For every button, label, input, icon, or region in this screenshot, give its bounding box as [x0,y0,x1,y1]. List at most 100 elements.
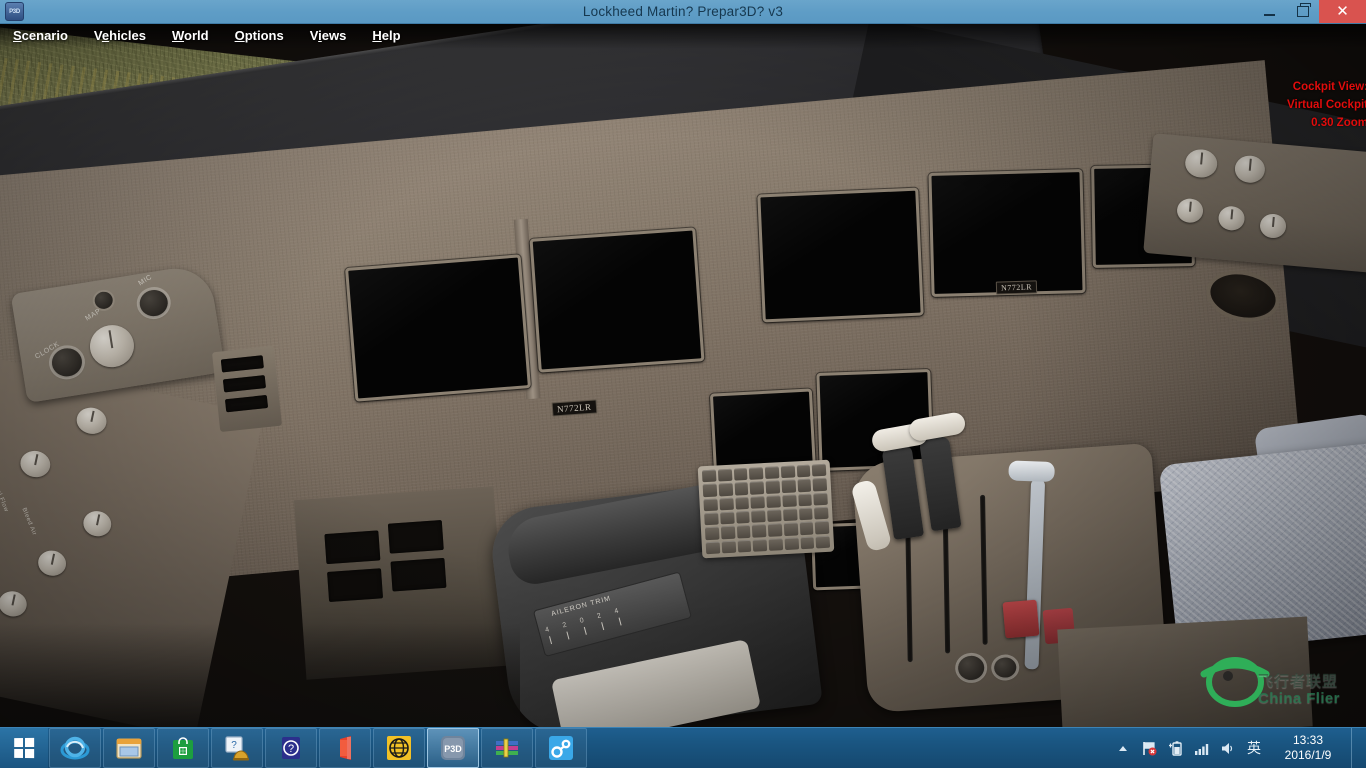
rpanel-knob-4[interactable] [1218,205,1246,231]
fire-handle-1[interactable] [1002,600,1039,639]
sidewall-knob-2[interactable] [18,448,53,480]
taskbar-internet-explorer[interactable] [49,728,101,768]
cdu-key[interactable] [781,465,795,478]
tray-overflow-button[interactable] [1111,728,1135,768]
cdu-key[interactable] [766,495,780,508]
cdu-key[interactable] [767,509,781,522]
cdu-key[interactable] [753,539,767,552]
cdu-key[interactable] [769,538,783,551]
menu-vehicles[interactable]: Vehicles [81,28,159,43]
cdu-key[interactable] [796,465,810,478]
acp-button-3[interactable] [225,395,268,412]
fmc-cdu-keypad[interactable] [698,460,835,559]
map-knob[interactable] [87,322,137,370]
rpanel-knob-1[interactable] [1184,148,1218,179]
taskbar-prepar3d[interactable]: P3D [427,728,479,768]
cdu-key[interactable] [706,541,720,554]
speedbrake-lever[interactable] [850,479,892,553]
cdu-key[interactable] [736,511,750,524]
windows-taskbar[interactable]: ? ? [0,727,1366,768]
cdu-key[interactable] [718,469,732,482]
cdu-key[interactable] [751,496,765,509]
cdu-key[interactable] [784,523,798,536]
cdu-key[interactable] [782,494,796,507]
tray-ime-indicator[interactable]: 英 [1241,728,1267,768]
tray-action-center[interactable] [1137,728,1161,768]
application-menu-bar[interactable]: Scenario Vehicles World Options Views He… [0,23,1366,48]
cdu-key[interactable] [718,483,732,496]
cdu-key[interactable] [702,470,716,483]
cdu-key[interactable] [798,493,812,506]
cdu-key[interactable] [721,540,735,553]
restore-button[interactable] [1286,0,1319,23]
minimize-button[interactable] [1253,0,1286,23]
cdu-key[interactable] [768,524,782,537]
console-box-3[interactable] [327,568,383,602]
console-box-4[interactable] [390,558,446,592]
show-desktop-button[interactable] [1351,728,1360,768]
acp-button-2[interactable] [223,375,266,392]
cdu-key[interactable] [813,478,827,491]
taskbar-file-explorer[interactable] [103,728,155,768]
cdu-key[interactable] [815,521,829,534]
taskbar-winrar[interactable] [481,728,533,768]
console-box-1[interactable] [324,530,380,564]
window-title-bar[interactable]: P3D Lockheed Martin? Prepar3D? v3 ✕ [0,0,1366,24]
cdu-key[interactable] [812,464,826,477]
taskbar-notification-app[interactable]: ? [211,728,263,768]
cdu-key[interactable] [784,537,798,550]
taskbar-browser-globe[interactable] [373,728,425,768]
taskbar-clock[interactable]: 13:33 2016/1/9 [1271,728,1345,768]
mic-knob[interactable] [138,288,170,318]
console-box-2[interactable] [388,520,444,554]
sidewall-knob-5[interactable] [0,589,29,619]
system-tray[interactable]: 英 13:33 2016/1/9 [1111,728,1366,768]
menu-world[interactable]: World [159,28,222,43]
window-controls[interactable]: ✕ [1253,0,1366,23]
menu-views[interactable]: Views [297,28,360,43]
rpanel-knob-5[interactable] [1259,213,1287,239]
taskbar-help-app[interactable]: ? [265,728,317,768]
cdu-key[interactable] [766,481,780,494]
cdu-key[interactable] [813,492,827,505]
cdu-key[interactable] [704,513,718,526]
rpanel-knob-3[interactable] [1176,198,1204,224]
cdu-key[interactable] [751,510,765,523]
cdu-key[interactable] [705,527,719,540]
cdu-key[interactable] [736,525,750,538]
cdu-key[interactable] [703,498,717,511]
start-button[interactable] [0,728,48,768]
pedestal-knob-1[interactable] [957,655,985,681]
taskbar-store[interactable] [157,728,209,768]
audio-control-panel[interactable] [212,346,282,432]
close-button[interactable]: ✕ [1319,0,1366,23]
cdu-key[interactable] [799,522,813,535]
sidewall-knob-1[interactable] [74,405,109,437]
cdu-key[interactable] [703,484,717,497]
cdu-key[interactable] [765,466,779,479]
lower-right-switch-panel[interactable] [1057,617,1312,728]
eicas-lower-display[interactable] [928,169,1085,297]
menu-help[interactable]: Help [359,28,413,43]
cdu-key[interactable] [749,467,763,480]
cdu-key[interactable] [721,526,735,539]
right-sidewall-panel[interactable] [1143,133,1366,273]
cdu-key[interactable] [734,482,748,495]
pedestal-knob-2[interactable] [994,657,1017,678]
aux-knob[interactable] [93,291,113,311]
primary-flight-display-captain[interactable] [345,254,531,401]
tray-volume[interactable] [1215,728,1239,768]
sidewall-knob-3[interactable] [81,509,114,539]
cdu-key[interactable] [733,468,747,481]
cdu-key[interactable] [737,539,751,552]
navigation-display-captain[interactable] [530,227,705,372]
cdu-key[interactable] [800,536,814,549]
menu-options[interactable]: Options [222,28,297,43]
tray-battery[interactable] [1163,728,1187,768]
thrust-lever-1[interactable] [882,445,925,540]
cdu-key[interactable] [752,524,766,537]
cdu-key[interactable] [720,512,734,525]
eicas-upper-display[interactable] [757,188,923,323]
cdu-key[interactable] [799,508,813,521]
cdu-key[interactable] [816,535,830,548]
